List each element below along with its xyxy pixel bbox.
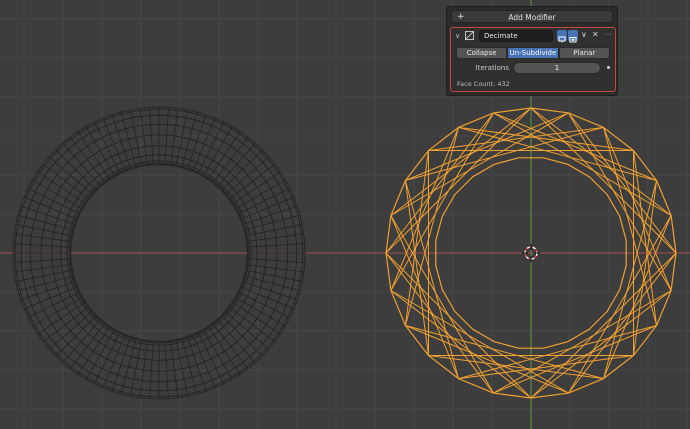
diagonal-edge: [603, 127, 672, 291]
diagonal-edge: [458, 126, 657, 181]
diagonal-edge: [385, 252, 532, 399]
wire-spoke: [17, 214, 73, 231]
diagonal-edge: [568, 252, 677, 394]
wire-spoke: [37, 302, 85, 335]
wire-spoke: [244, 281, 298, 301]
modifier-name-field[interactable]: Decimate: [479, 30, 553, 42]
diagonal-edge: [493, 325, 657, 394]
wire-spoke: [77, 327, 110, 375]
chevron-down-icon[interactable]: ∨: [455, 32, 460, 40]
wire-spoke: [111, 114, 131, 168]
wire-spoke: [37, 171, 85, 204]
decimate-icon: [465, 31, 474, 40]
wire-spoke: [20, 205, 74, 225]
wire-spoke: [247, 224, 303, 236]
diagonal-edge: [405, 325, 604, 380]
diagonal-edge: [405, 325, 569, 394]
wire-spoke: [20, 281, 74, 301]
diagonal-edge: [603, 127, 658, 326]
camera-icon[interactable]: [568, 30, 578, 43]
wire-spoke: [55, 149, 96, 190]
add-modifier-button[interactable]: + Add Modifier: [451, 10, 613, 23]
iterations-label: Iterations: [475, 64, 509, 72]
wire-spoke: [120, 339, 137, 395]
diagonal-edge: [390, 107, 532, 216]
diagonal-edge: [530, 290, 672, 399]
diagonal-edge: [404, 180, 459, 379]
wire-spoke: [208, 131, 241, 179]
face-count-text: Face Count: 432: [457, 80, 510, 88]
diagonal-edge: [404, 127, 459, 326]
diagonal-edge: [390, 127, 459, 291]
wire-spoke: [130, 341, 142, 397]
wire-spoke: [233, 302, 281, 335]
wire-spoke: [130, 109, 142, 165]
diagonal-edge: [385, 107, 532, 254]
diagonal-edge: [390, 290, 532, 399]
wire-spoke: [42, 163, 88, 199]
diagonal-edge: [530, 107, 672, 216]
diagonal-edge: [405, 126, 604, 181]
wire-spoke: [233, 171, 281, 204]
wire-spoke: [42, 307, 88, 343]
wire-spoke: [181, 339, 198, 395]
wire-spoke: [230, 307, 276, 343]
wire-spoke: [208, 327, 241, 375]
modifier-panel: + Add Modifier ∨ Decimate ∨ ✕ ⋯ Collapse…: [446, 6, 618, 96]
add-modifier-label: Add Modifier: [508, 13, 556, 22]
wire-spoke: [245, 214, 301, 231]
wire-spoke: [230, 163, 276, 199]
wire-spoke: [55, 316, 96, 357]
wire-spoke: [77, 131, 110, 179]
diagonal-edge: [530, 252, 677, 399]
drag-handle-icon[interactable]: ⋯: [604, 30, 612, 39]
decimate-mode-selector: Collapse Un-Subdivide Planar: [456, 47, 610, 59]
dropdown-chevron-icon[interactable]: ∨: [581, 30, 587, 39]
keyframe-dot-icon[interactable]: [607, 66, 610, 69]
mode-collapse-button[interactable]: Collapse: [456, 47, 508, 59]
monitor-icon[interactable]: [557, 30, 567, 43]
diagonal-edge: [458, 325, 657, 380]
diagonal-edge: [493, 112, 657, 181]
diagonal-edge: [385, 252, 494, 394]
decimate-modifier-box: ∨ Decimate ∨ ✕ ⋯ Collapse Un-Subdivide P…: [450, 27, 616, 92]
wire-spoke: [245, 275, 301, 292]
wire-spoke: [222, 149, 263, 190]
wire-spoke: [247, 270, 303, 282]
plus-icon: +: [457, 12, 465, 22]
wire-spoke: [187, 338, 207, 392]
mode-planar-button[interactable]: Planar: [558, 47, 610, 59]
diagonal-edge: [568, 112, 677, 254]
wire-spoke: [222, 316, 263, 357]
diagonal-edge: [603, 180, 658, 379]
diagonal-edge: [603, 215, 672, 379]
wire-spoke: [244, 205, 298, 225]
wire-spoke: [176, 341, 188, 397]
wire-spoke: [17, 275, 73, 292]
wire-spoke: [176, 109, 188, 165]
wire-spoke: [120, 111, 137, 167]
mode-unsubdivide-button[interactable]: Un-Subdivide: [507, 47, 559, 59]
iterations-input[interactable]: 1: [513, 62, 601, 74]
diagonal-edge: [385, 112, 494, 254]
wire-spoke: [181, 111, 198, 167]
diagonal-edge: [405, 112, 569, 181]
diagonal-edge: [530, 107, 677, 254]
wire-spoke: [187, 114, 207, 168]
close-icon[interactable]: ✕: [592, 30, 599, 39]
diagonal-edge: [390, 215, 459, 379]
wire-spoke: [111, 338, 131, 392]
